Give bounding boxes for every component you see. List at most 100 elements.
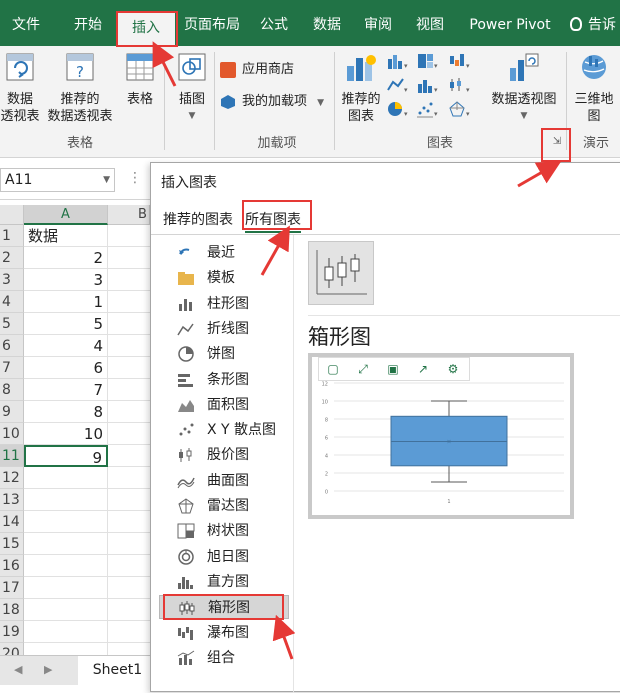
row-header[interactable]: 19	[0, 621, 24, 643]
cell-b[interactable]	[108, 533, 150, 555]
tell-me-box[interactable]: 告诉我	[588, 10, 620, 63]
line-chart-icon[interactable]: ▾	[386, 76, 408, 94]
cell-b[interactable]	[108, 489, 150, 511]
cell-b[interactable]	[108, 401, 150, 423]
row-header[interactable]: 7	[0, 357, 24, 379]
chevron-down-icon[interactable]: ▼	[103, 169, 110, 191]
cell-b[interactable]	[108, 423, 150, 445]
pivottable-button[interactable]: 数据 透视表	[0, 52, 40, 125]
chart-type-item[interactable]: 树状图	[159, 519, 289, 543]
row-header[interactable]: 2	[0, 247, 24, 269]
tab-power-pivot[interactable]: Power Pivot	[462, 10, 558, 40]
tab-view[interactable]: 视图	[408, 10, 452, 40]
row-header[interactable]: 17	[0, 577, 24, 599]
row-header[interactable]: 15	[0, 533, 24, 555]
cell-a[interactable]	[24, 621, 108, 643]
row-header[interactable]: 3	[0, 269, 24, 291]
stock-chart-icon[interactable]: ▾	[448, 76, 470, 94]
row-header[interactable]: 13	[0, 489, 24, 511]
cell-a[interactable]: 5	[24, 313, 108, 335]
cell-b[interactable]	[108, 269, 150, 291]
radar-chart-icon[interactable]: ▾	[448, 100, 470, 118]
chart-preview[interactable]: ▢ ⤢ ▣ ↗ ⚙ 0 2 4 6 8 10 12 × 1	[308, 353, 574, 519]
chart-type-item[interactable]: 组合	[159, 646, 289, 670]
chart-type-item[interactable]: 模板	[159, 266, 289, 290]
column-header-a[interactable]: A	[24, 205, 108, 225]
tab-recommended-charts[interactable]: 推荐的图表	[163, 209, 233, 233]
chart-type-item[interactable]: 股价图	[159, 443, 289, 467]
cell-a[interactable]	[24, 555, 108, 577]
worksheet-grid[interactable]: A B 1 数据 2 2 3 3 4 1 5 5 6 4 7 6 8 7 9 8 10 10 11 9 12 13 14 15 16…	[0, 205, 150, 655]
select-all-corner[interactable]	[0, 205, 24, 225]
cell-a[interactable]	[24, 533, 108, 555]
row-header[interactable]: 6	[0, 335, 24, 357]
share-icon[interactable]: ↗	[415, 361, 431, 377]
chart-type-item[interactable]: 旭日图	[159, 545, 289, 569]
scroll-left-icon[interactable]: ◀	[14, 663, 22, 676]
chart-type-item[interactable]: 条形图	[159, 368, 289, 392]
chart-type-item[interactable]: 饼图	[159, 342, 289, 366]
cell-a[interactable]: 7	[24, 379, 108, 401]
cell-b[interactable]	[108, 467, 150, 489]
row-header[interactable]: 10	[0, 423, 24, 445]
cell-a[interactable]: 4	[24, 335, 108, 357]
name-box[interactable]: A11 ▼	[0, 168, 115, 192]
cell-b[interactable]	[108, 511, 150, 533]
cell-a[interactable]: 2	[24, 247, 108, 269]
row-header[interactable]: 11	[0, 445, 24, 467]
table-button[interactable]: 表格	[120, 52, 160, 108]
chart-type-item[interactable]: X Y 散点图	[159, 418, 289, 442]
cell-a[interactable]	[24, 467, 108, 489]
row-header[interactable]: 4	[0, 291, 24, 313]
cell-b[interactable]	[108, 335, 150, 357]
cell-a[interactable]: 3	[24, 269, 108, 291]
column-header-b[interactable]: B	[108, 205, 150, 225]
cell-b[interactable]	[108, 621, 150, 643]
recommended-charts-button[interactable]: 推荐的 图表	[338, 52, 384, 125]
tab-formulas[interactable]: 公式	[252, 10, 296, 40]
row-header[interactable]: 20	[0, 643, 24, 655]
cell-a[interactable]	[24, 643, 108, 655]
my-addins-button[interactable]: 我的加载项 ▼	[220, 92, 324, 112]
chart-type-item[interactable]: 最近	[159, 241, 289, 265]
save-icon[interactable]: ▣	[385, 361, 401, 377]
cell-a[interactable]	[24, 577, 108, 599]
tab-data[interactable]: 数据	[305, 10, 349, 40]
row-header[interactable]: 8	[0, 379, 24, 401]
row-header[interactable]: 9	[0, 401, 24, 423]
tab-file[interactable]: 文件	[4, 10, 48, 40]
illustrations-button[interactable]: 插图 ▼	[172, 52, 212, 125]
cell-b[interactable]	[108, 445, 150, 467]
pivotchart-button[interactable]: 数据透视图 ▼	[486, 52, 562, 125]
pie-chart-icon[interactable]: ▾	[386, 100, 408, 118]
chart-type-item[interactable]: 瀑布图	[159, 621, 289, 645]
chart-type-item[interactable]: 曲面图	[159, 469, 289, 493]
row-header[interactable]: 12	[0, 467, 24, 489]
copy-icon[interactable]: ▢	[325, 361, 341, 377]
row-header[interactable]: 16	[0, 555, 24, 577]
gear-icon[interactable]: ⚙	[445, 361, 461, 377]
cell-a-selected[interactable]: 9	[24, 445, 108, 467]
cell-b[interactable]	[108, 291, 150, 313]
cell-b[interactable]	[108, 313, 150, 335]
box-whisker-subtype-thumbnail[interactable]	[308, 241, 374, 305]
cell-a[interactable]	[24, 599, 108, 621]
cell-a[interactable]: 1	[24, 291, 108, 313]
row-header[interactable]: 18	[0, 599, 24, 621]
column-chart-icon[interactable]: ▾	[386, 52, 408, 70]
cell-b[interactable]	[108, 379, 150, 401]
tab-page-layout[interactable]: 页面布局	[178, 10, 246, 40]
cell-a[interactable]	[24, 489, 108, 511]
cell-b[interactable]	[108, 225, 150, 247]
cell-a[interactable]: 8	[24, 401, 108, 423]
statistic-chart-icon[interactable]: ▾	[416, 76, 438, 94]
3d-map-button[interactable]: 三维地 图	[570, 52, 618, 125]
row-header[interactable]: 5	[0, 313, 24, 335]
chart-type-item[interactable]: 雷达图	[159, 494, 289, 518]
cell-a[interactable]: 6	[24, 357, 108, 379]
scatter-chart-icon[interactable]: ▾	[416, 100, 438, 118]
cell-a[interactable]: 数据	[24, 225, 108, 247]
cell-a[interactable]	[24, 511, 108, 533]
cell-b[interactable]	[108, 555, 150, 577]
tab-home[interactable]: 开始	[64, 10, 112, 40]
